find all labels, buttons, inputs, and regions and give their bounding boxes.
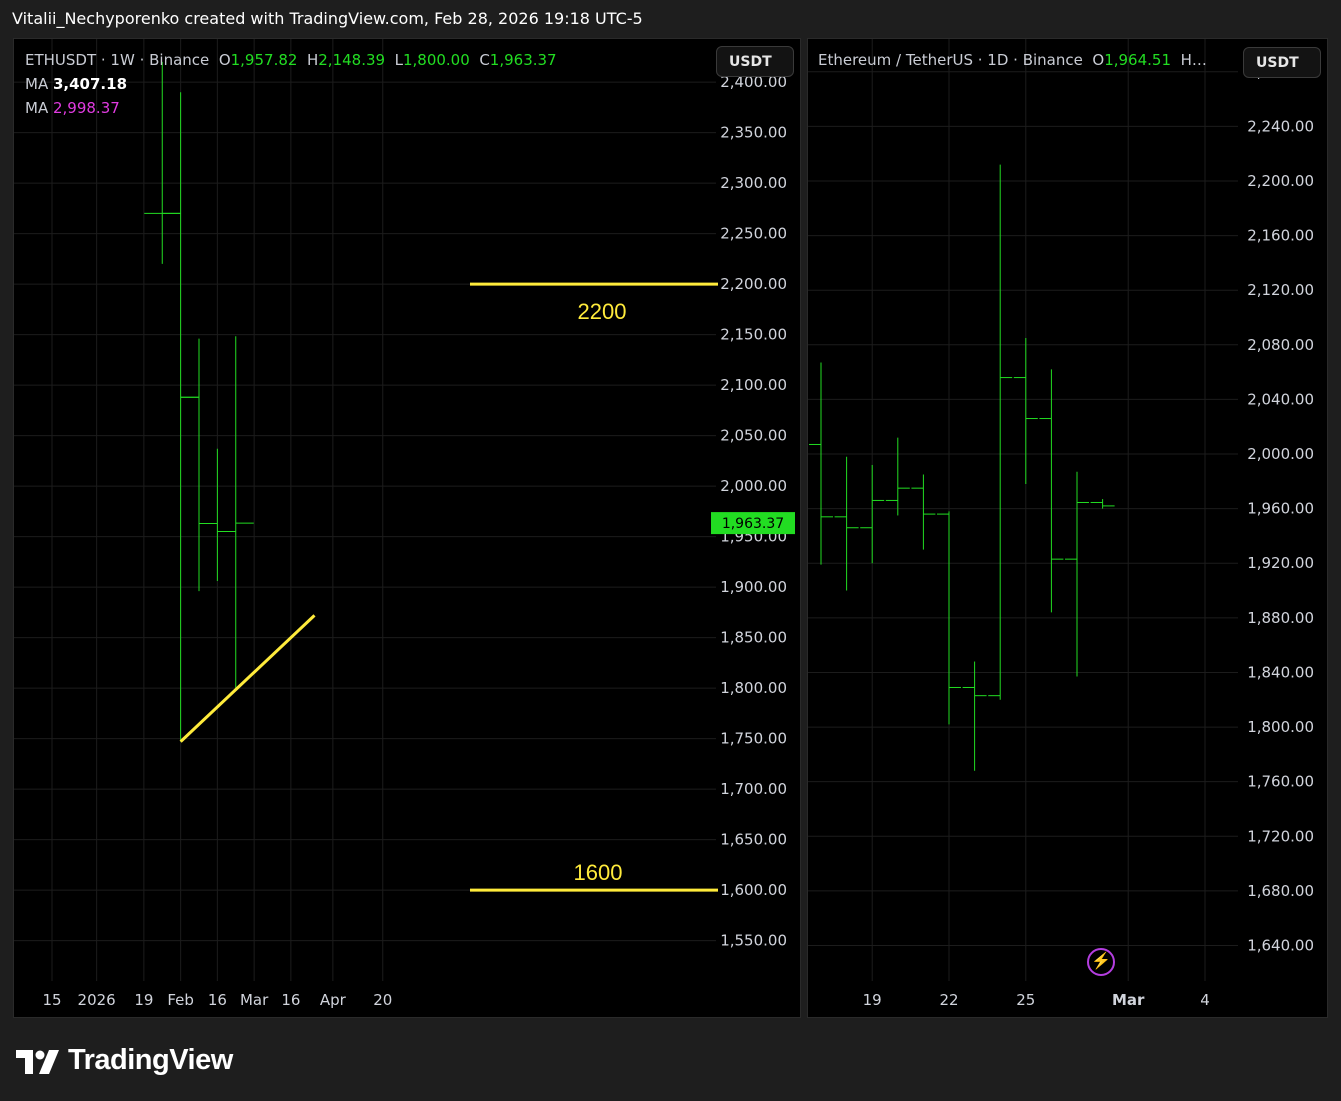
x-tick-label: 19	[863, 991, 882, 1009]
y-tick-label: 1,900.00	[720, 578, 787, 596]
daily-legend: Ethereum / TetherUS · 1D · Binance O1,96…	[818, 51, 1207, 69]
daily-open-value: 1,964.51	[1104, 51, 1171, 69]
y-tick-label: 2,240.00	[1247, 117, 1314, 135]
x-tick-label: 2026	[78, 991, 116, 1009]
y-tick-label: 1,880.00	[1247, 609, 1314, 627]
y-tick-label: 2,250.00	[720, 225, 787, 243]
y-tick-label: 1,650.00	[720, 831, 787, 849]
y-tick-label: 1,640.00	[1247, 937, 1314, 955]
ma1-label: MA	[25, 75, 49, 93]
y-tick-label: 2,200.00	[720, 275, 787, 293]
tradingview-logo-icon	[16, 1049, 59, 1074]
y-tick-label: 2,300.00	[720, 174, 787, 192]
tradingview-logo[interactable]: TradingView	[16, 1044, 233, 1077]
level-label: 2200	[578, 299, 627, 324]
x-tick-label: 22	[939, 991, 958, 1009]
x-tick-label: 20	[373, 991, 392, 1009]
weekly-symbol-label[interactable]: ETHUSDT · 1W · Binance	[25, 51, 209, 69]
daily-truncated-legend: H…	[1180, 51, 1207, 69]
x-tick-label: 16	[281, 991, 300, 1009]
y-tick-label: 2,350.00	[720, 124, 787, 142]
y-tick-label: 2,100.00	[720, 376, 787, 394]
y-tick-label: 2,200.00	[1247, 172, 1314, 190]
y-tick-label: 1,800.00	[720, 679, 787, 697]
weekly-low-value: 1,800.00	[402, 51, 470, 69]
y-tick-label: 2,120.00	[1247, 281, 1314, 299]
last-price-label: 1,963.37	[722, 516, 784, 532]
x-tick-label: 25	[1016, 991, 1035, 1009]
tradingview-wordmark: TradingView	[68, 1044, 233, 1076]
chart-caption: Vitalii_Nechyporenko created with Tradin…	[12, 9, 643, 28]
y-tick-label: 2,150.00	[720, 326, 787, 344]
y-tick-label: 1,850.00	[720, 629, 787, 647]
y-tick-label: 1,840.00	[1247, 663, 1314, 681]
ma1-value: 3,407.18	[52, 75, 128, 93]
y-tick-label: 1,700.00	[720, 780, 787, 798]
y-tick-label: 1,750.00	[720, 730, 787, 748]
weekly-open-value: 1,957.82	[230, 51, 298, 69]
x-tick-label: 4	[1200, 991, 1210, 1009]
y-tick-label: 2,000.00	[720, 477, 787, 495]
y-tick-label: 2,040.00	[1247, 390, 1314, 408]
ma2-label: MA	[25, 99, 49, 117]
weekly-chart-svg[interactable]: 15 2026 19 Feb 16 Mar 16 Apr 202,400.002,350.002…	[14, 39, 800, 1017]
y-tick-label: 2,080.00	[1247, 336, 1314, 354]
x-tick-label: Feb	[167, 991, 194, 1009]
daily-symbol-label[interactable]: Ethereum / TetherUS · 1D · Binance	[818, 51, 1083, 69]
level-label: 1600	[574, 860, 623, 885]
daily-chart-svg[interactable]: 192225Mar42,280.002,240.002,200.002,160.…	[808, 39, 1327, 1017]
y-tick-label: 1,550.00	[720, 932, 787, 950]
x-tick-label: Mar	[1112, 991, 1145, 1009]
trendline	[179, 614, 316, 743]
currency-button-weekly[interactable]: USDT	[716, 46, 794, 77]
ma1-legend[interactable]: MA 3,407.18	[25, 75, 127, 93]
x-tick-label: 19	[134, 991, 153, 1009]
x-tick-label: Apr	[320, 991, 347, 1009]
weekly-legend: ETHUSDT · 1W · Binance O1,957.82 H2,148.…	[25, 51, 557, 69]
y-tick-label: 1,920.00	[1247, 554, 1314, 572]
y-tick-label: 1,960.00	[1247, 500, 1314, 518]
y-tick-label: 1,680.00	[1247, 882, 1314, 900]
x-tick-label: 16	[208, 991, 227, 1009]
ma2-legend[interactable]: MA 2,998.37	[25, 99, 120, 117]
y-tick-label: 1,800.00	[1247, 718, 1314, 736]
weekly-high-value: 2,148.39	[318, 51, 386, 69]
lightning-icon[interactable]: ⚡	[1087, 948, 1115, 976]
y-tick-label: 2,000.00	[1247, 445, 1314, 463]
y-tick-label: 1,720.00	[1247, 827, 1314, 845]
daily-chart-pane[interactable]: 192225Mar42,280.002,240.002,200.002,160.…	[807, 38, 1328, 1018]
weekly-chart-pane[interactable]: 15 2026 19 Feb 16 Mar 16 Apr 20 2,400.00 2,350.00 2…	[13, 38, 801, 1018]
y-tick-label: 2,160.00	[1247, 227, 1314, 245]
ma2-value: 2,998.37	[52, 99, 120, 117]
y-tick-label: 1,600.00	[720, 881, 787, 899]
x-tick-label: Mar	[240, 991, 269, 1009]
weekly-close-value: 1,963.37	[489, 51, 557, 69]
x-tick-label: 15	[42, 991, 61, 1009]
y-tick-label: 2,050.00	[720, 427, 787, 445]
currency-button-daily[interactable]: USDT	[1243, 47, 1321, 78]
y-tick-label: 1,760.00	[1247, 773, 1314, 791]
